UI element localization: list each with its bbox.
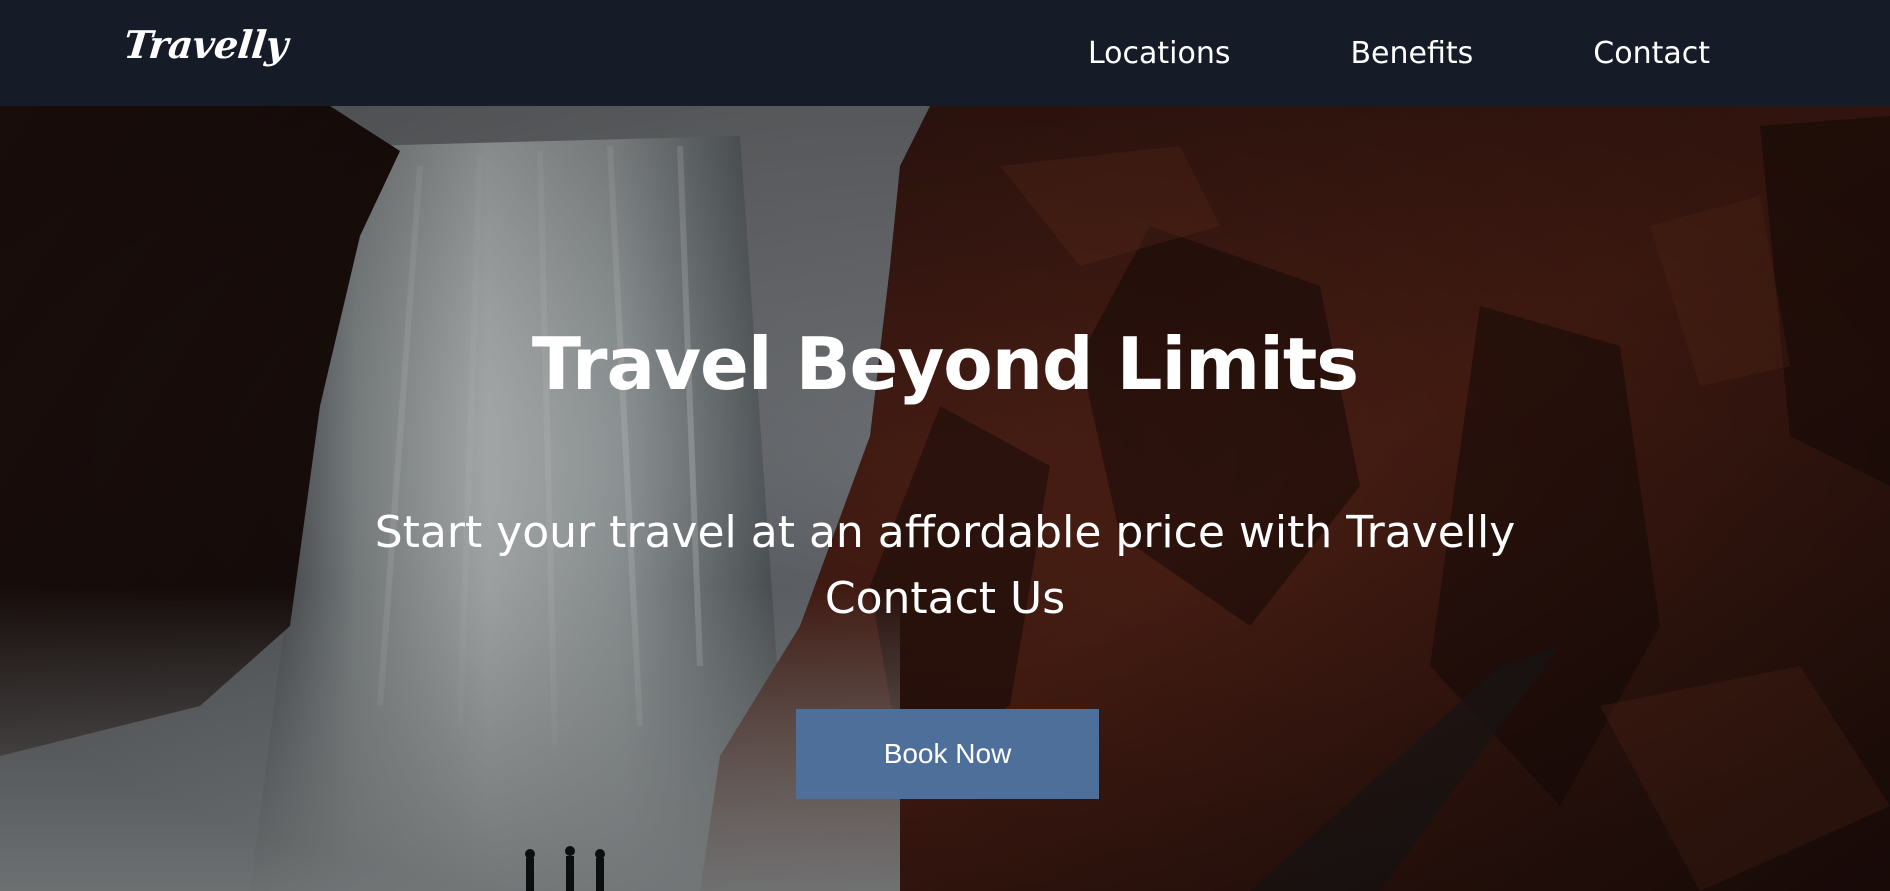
nav-link-contact[interactable]: Contact <box>1593 36 1710 71</box>
hero-subtitle: Start your travel at an affordable price… <box>0 500 1890 632</box>
brand-logo[interactable]: Travelly <box>122 22 290 67</box>
main-nav: Locations Benefits Contact <box>968 0 1710 106</box>
nav-link-benefits[interactable]: Benefits <box>1350 36 1473 71</box>
hero-subtitle-line: Start your travel at an affordable price… <box>374 507 1516 558</box>
hero-title: Travel Beyond Limits <box>531 322 1359 406</box>
hero-content: Travel Beyond Limits Start your travel a… <box>0 106 1890 891</box>
hero-section: Travel Beyond Limits Start your travel a… <box>0 106 1890 891</box>
contact-us-text: Contact Us <box>824 573 1066 624</box>
nav-link-locations[interactable]: Locations <box>1088 36 1231 71</box>
book-now-button[interactable]: Book Now <box>796 709 1099 799</box>
top-navbar: Travelly Locations Benefits Contact <box>0 0 1890 106</box>
